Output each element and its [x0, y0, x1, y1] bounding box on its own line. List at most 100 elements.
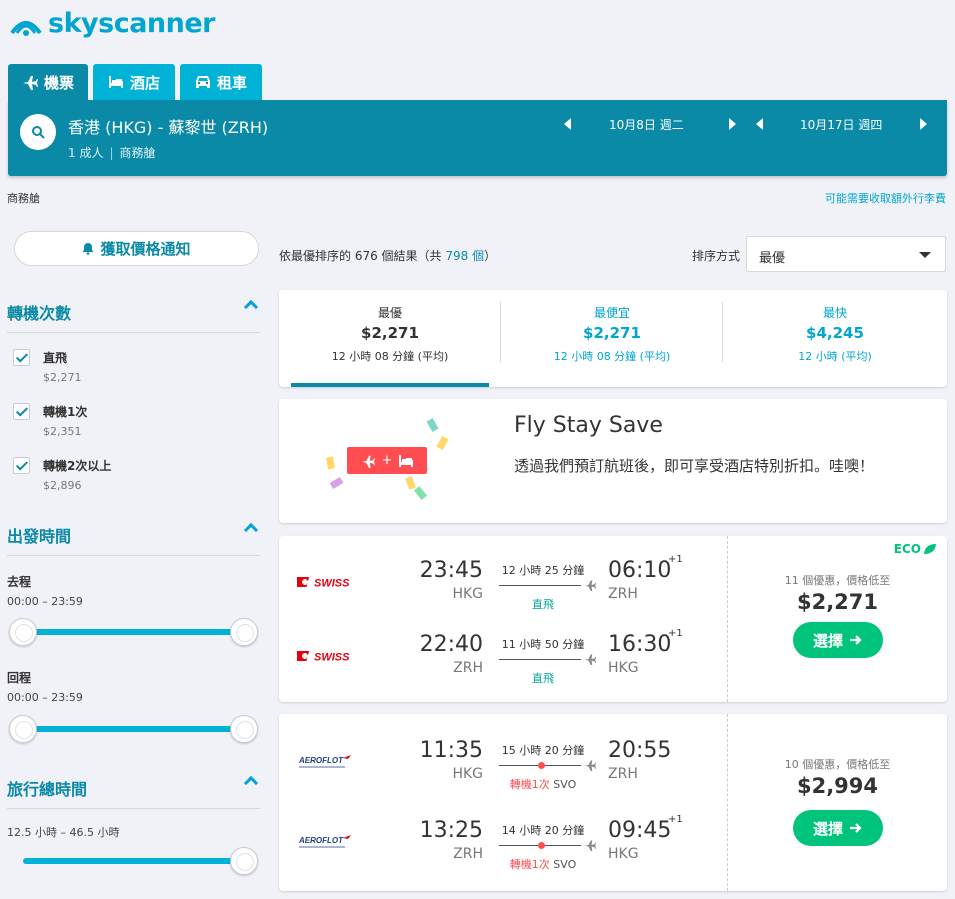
duration-filter-title: 旅行總時間 [7, 780, 88, 799]
sort-tab-cheapest[interactable]: 最便宜 $2,271 12 小時 08 分鐘 (平均) [501, 290, 723, 387]
return-slider-min-handle[interactable] [9, 715, 37, 743]
tab-label: 租車 [216, 73, 247, 92]
tab-flights[interactable]: 機票 [8, 64, 88, 100]
option-price: $2,896 [43, 479, 82, 492]
stop-dot [538, 762, 545, 769]
skyscanner-logo[interactable]: skyscanner [8, 8, 216, 39]
cabin-text: 商務艙 [119, 146, 156, 160]
next-day-indicator: +1 [668, 554, 683, 565]
swiss-logo-icon: SWISS [297, 651, 350, 664]
chevron-up-icon[interactable] [243, 522, 259, 538]
return-date[interactable]: 10月17日 週四 [800, 116, 920, 133]
checkbox[interactable] [13, 457, 30, 474]
stopover-airport: SVO [553, 858, 577, 871]
confetti-decoration [405, 476, 416, 490]
checkbox[interactable] [13, 349, 30, 366]
return-leg: AEROFLOT 13:25 ZRH 14 小時 20 分鐘 轉機1次 SVO … [279, 808, 719, 878]
flight-price: $2,271 [796, 590, 879, 614]
arrival-time: 16:30 [608, 632, 672, 657]
sort-tab-price: $2,271 [361, 324, 419, 342]
outbound-time-slider-track[interactable] [23, 629, 243, 635]
duration-slider-max-handle[interactable] [230, 847, 258, 875]
passengers-text: 1 成人 [68, 146, 104, 160]
product-tabs: 機票 酒店 租車 [8, 64, 267, 100]
separator: | [109, 146, 114, 160]
next-depart-date-button[interactable] [729, 118, 736, 130]
leaf-icon [924, 544, 936, 554]
chevron-up-icon[interactable] [243, 299, 259, 315]
sort-tab-fastest[interactable]: 最快 $4,245 12 小時 (平均) [724, 290, 946, 387]
eco-badge: ECO [894, 542, 937, 556]
next-return-date-button[interactable] [920, 118, 927, 130]
airline-name: SWISS [314, 652, 350, 664]
confetti-decoration [413, 486, 428, 500]
confetti-decoration [436, 436, 449, 450]
sort-tab-best[interactable]: 最優 $2,271 12 小時 08 分鐘 (平均) [279, 290, 501, 387]
tab-label: 機票 [43, 73, 74, 92]
route-text[interactable]: 香港 (HKG) - 蘇黎世 (ZRH) [68, 114, 268, 138]
chevron-up-icon[interactable] [243, 775, 259, 791]
flight-result-card[interactable]: AEROFLOT 11:35 HKG 15 小時 20 分鐘 轉機1次 SVO … [279, 714, 947, 891]
return-time-slider-track[interactable] [23, 726, 243, 732]
departure-time: 23:45 [419, 558, 483, 583]
tab-car-hire[interactable]: 租車 [180, 64, 262, 100]
checkbox[interactable] [13, 403, 30, 420]
option-price: $2,271 [43, 371, 82, 384]
price-alert-button[interactable]: 獲取價格通知 [14, 231, 259, 266]
departure-airport: HKG [452, 586, 483, 602]
bed-icon [108, 76, 123, 88]
stops-filter-header[interactable]: 轉機次數 [7, 299, 260, 333]
aeroflot-logo-icon: AEROFLOT [298, 755, 351, 768]
caret-down-icon [919, 252, 931, 258]
confetti-decoration [329, 476, 344, 490]
prev-return-date-button[interactable] [756, 118, 763, 130]
search-summary-bar[interactable]: 香港 (HKG) - 蘇黎世 (ZRH) 1 成人 | 商務艙 10月8日 週二 1… [8, 100, 947, 176]
search-icon [32, 126, 45, 139]
departure-time-filter-header[interactable]: 出發時間 [7, 522, 260, 556]
option-price: $2,351 [43, 425, 82, 438]
arrival-time: 20:55 [608, 738, 672, 763]
confetti-decoration [426, 418, 439, 432]
return-slider-max-handle[interactable] [230, 715, 258, 743]
duration-slider-track[interactable] [23, 858, 243, 864]
arrival-airport: ZRH [608, 586, 638, 602]
stops-info: 直飛 [532, 672, 554, 685]
promo-title: Fly Stay Save [514, 413, 663, 438]
price-area: ECO 11 個優惠，價格低至 $2,271 選擇 [728, 536, 947, 702]
fly-stay-save-banner[interactable]: + Fly Stay Save 透過我們預訂航班後，即可享受酒店特別折扣。哇噢！ [279, 399, 947, 523]
plus-sign: + [381, 453, 393, 468]
car-icon [195, 76, 210, 88]
tab-label: 酒店 [129, 73, 160, 92]
plane-icon [584, 580, 596, 591]
tab-hotels[interactable]: 酒店 [93, 64, 175, 100]
arrival-airport: ZRH [608, 766, 638, 782]
duration-filter-header[interactable]: 旅行總時間 [7, 775, 260, 809]
outbound-slider-max-handle[interactable] [230, 618, 258, 646]
outbound-slider-min-handle[interactable] [9, 618, 37, 646]
select-button[interactable]: 選擇 [792, 622, 883, 658]
outbound-leg: AEROFLOT 11:35 HKG 15 小時 20 分鐘 轉機1次 SVO … [279, 728, 719, 798]
depart-date[interactable]: 10月8日 週二 [609, 116, 729, 133]
flight-line [499, 659, 581, 660]
prev-depart-date-button[interactable] [564, 118, 571, 130]
plane-icon [584, 840, 596, 851]
sort-tab-price: $2,271 [583, 324, 641, 342]
aeroflot-logo-icon: AEROFLOT [298, 835, 351, 848]
outbound-time-range: 00:00 – 23:59 [7, 595, 83, 608]
sort-select[interactable]: 最優 [746, 236, 946, 272]
departure-airport: HKG [452, 766, 483, 782]
passenger-cabin-summary[interactable]: 1 成人 | 商務艙 [68, 144, 156, 161]
outbound-label: 去程 [7, 575, 32, 589]
results-total-link[interactable]: 798 個 [445, 249, 484, 263]
search-button[interactable] [20, 114, 56, 150]
flight-result-card[interactable]: SWISS 23:45 HKG 12 小時 25 分鐘 直飛 06:10 +1 … [279, 536, 947, 702]
select-button[interactable]: 選擇 [792, 810, 883, 846]
arrival-airport: HKG [608, 660, 639, 676]
airline-name: AEROFLOT [298, 836, 344, 845]
arrival-airport: HKG [608, 846, 639, 862]
bed-icon [399, 454, 414, 467]
stop-dot [538, 842, 545, 849]
baggage-fee-link[interactable]: 可能需要收取額外行李費 [825, 190, 946, 206]
flight-duration: 12 小時 25 分鐘 [501, 564, 585, 577]
sort-tab-time: 12 小時 08 分鐘 (平均) [331, 350, 449, 363]
